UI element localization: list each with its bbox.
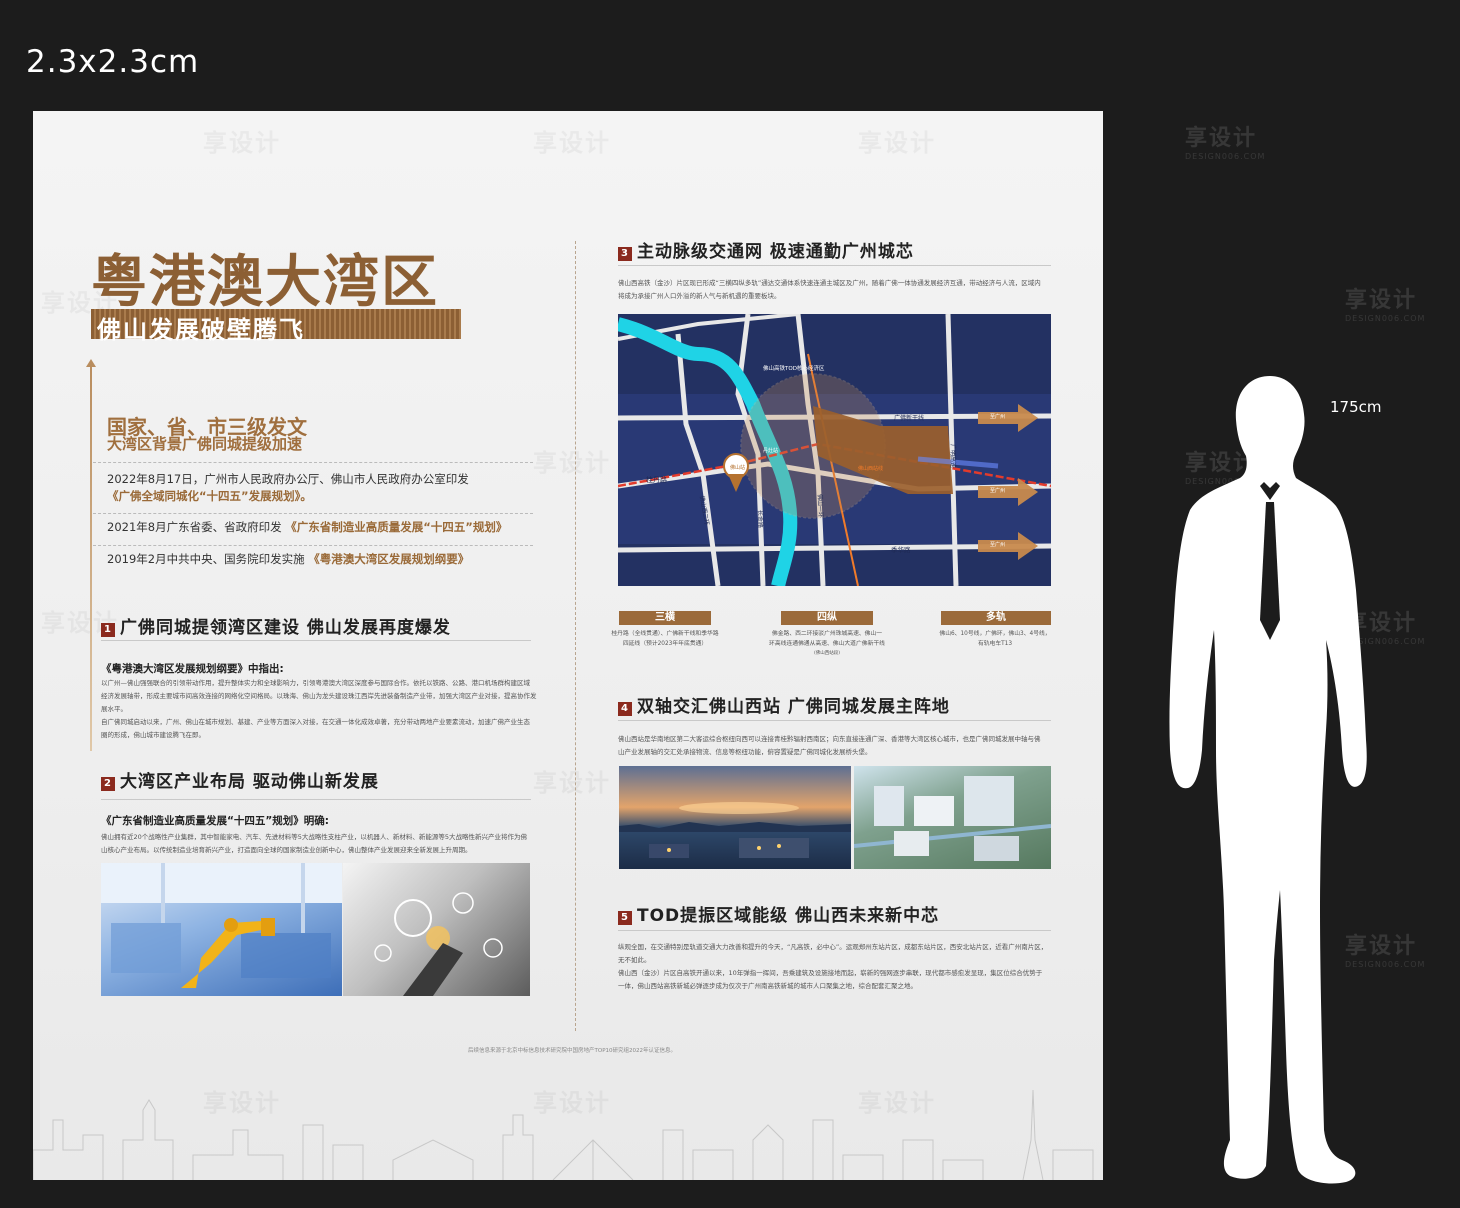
map-label-station: 佛山站 [730,464,745,471]
traffic-map: 佛山高铁TOD核心经济区 广佛新干线 桂丹路 季华路 佛山站 丹灶站 佛山西站线… [618,314,1051,586]
divider [618,265,1051,266]
aerial-district-photo [854,766,1051,869]
watermark: 享设计 DESIGN006.COM [1185,126,1266,161]
timeline-axis [86,359,96,751]
section-3-title: 3 主动脉级交通网 极速通勤广州城芯 [618,237,914,262]
section-2-lead: 《广东省制造业高质量发展“十四五”规划》明确: [101,815,329,827]
map-label-guangfo: 广佛新干线 [894,414,924,422]
map-label-east: 至广州 [990,487,1005,494]
divider [618,930,1051,931]
tab-three-horizontal: 三横 [619,611,711,625]
section-5-title: 5 TOD提振区域能级 佛山西未来新中芯 [618,901,939,926]
timeline-item: 2021年8月广东省委、省政府印发 《广东省制造业高质量发展“十四五”规划》 [107,520,508,534]
person-silhouette [1169,376,1367,1184]
watermark: 享设计 [203,123,281,158]
footnote: 后续信息来源于北京中标信息技术研究院中国房地产TOP10研究组2022年认证信息… [468,1048,677,1054]
city-skyline-illustration [33,1089,1094,1180]
map-label-link: 佛山西站线 [858,465,883,472]
section-4-title: 4 双轴交汇佛山西站 广佛同城发展主阵地 [618,692,950,717]
watermark: 享设计 DESIGN006.COM [1345,288,1426,323]
divider [93,462,533,463]
divider [101,799,531,800]
poster-board: 享设计 享设计 享设计 享设计 享设计 享设计 享设计 享设计 享设计 享设计 … [33,111,1103,1180]
watermark: 享设计 [533,123,611,158]
map-label-guangming: 广明高速 [949,444,957,468]
page-subtitle: 佛山发展破壁腾飞 [97,315,305,344]
column-divider [575,241,576,1031]
robot-arm-photo [101,863,342,996]
tab-four-vertical-desc: 佛金路、西二环接驳广州珠城高速、佛山一 环高线连通佛通从高速、佛山大道广佛新干线(… [769,631,885,656]
page-title: 粤港澳大湾区 [91,249,439,315]
watermark: 享设计 [533,443,611,478]
divider [101,640,531,641]
map-label-foshan1: 佛山一环 [816,494,825,518]
timeline-item: 2019年2月中共中央、国务院印发实施 《粤港澳大湾区发展规划纲要》 [107,552,470,566]
map-label-jihua: 季华路 [891,545,911,554]
divider [93,513,533,514]
section-5-body: 纵观全国，在交通特别是轨道交通大力改善和提升的今天，“凡高铁，必中心”。运观郑州… [618,943,1048,990]
section-1-title: 1 广佛同城提领湾区建设 佛山发展再度爆发 [101,613,451,638]
tab-three-horizontal-desc: 桂丹路（全线贯通）、广佛新干线和季华路 四延线（预计2023年年底贯通） [611,631,719,647]
timeline-item: 2022年8月17日，广州市人民政府办公厅、佛山市人民政府办公室印发 《广佛全域… [107,472,469,503]
tech-hands-photo [343,863,530,996]
person-height-label: 175cm [1330,398,1382,416]
section-4-body: 佛山西站是华南地区第二大客运综合枢纽向西可以连接青桂黔辐射西南区；向东直接连通广… [618,735,1041,756]
map-label-danxiang: 丹灶站 [763,447,778,454]
city-skyline-photo [619,766,851,869]
section-3-body: 佛山西高铁（金沙）片区现已形成“三横四纵多轨”通达交通体系快速连通主城区及广州，… [618,279,1041,300]
section-1-body: 以广州—佛山强强联合的引领带动作用，提升整体实力和全球影响力，引领粤港澳大湾区深… [101,679,537,739]
section-2-title: 2 大湾区产业布局 驱动佛山新发展 [101,767,379,792]
map-label-east: 至广州 [990,541,1005,548]
tab-four-vertical: 四纵 [781,611,873,625]
divider [618,720,1051,721]
watermark: 享设计 [533,763,611,798]
map-label-jinsha: 长金路 [756,510,765,528]
section-2-body: 佛山拥有近20个战略性产业集群，其中智能家电、汽车、先进材料等5大战略性支柱产业… [101,833,528,854]
map-label-east: 至广州 [990,413,1005,420]
tab-multi-rail-desc: 佛山6、10号线，广佛环，佛山3、4号线， 有轨电车T13 [939,631,1051,647]
map-label-guidan: 桂丹路 [646,475,667,484]
tab-multi-rail: 多轨 [941,611,1051,625]
watermark: 享设计 [858,123,936,158]
section-1-lead: 《粤港澳大湾区发展规划纲要》中指出: [101,663,284,675]
map-label-ring: 佛山高铁TOD核心经济区 [763,364,825,372]
size-label: 2.3x2.3cm [26,44,200,80]
kicker-subheading: 大湾区背景广佛同城提级加速 [107,435,303,453]
divider [93,545,533,546]
